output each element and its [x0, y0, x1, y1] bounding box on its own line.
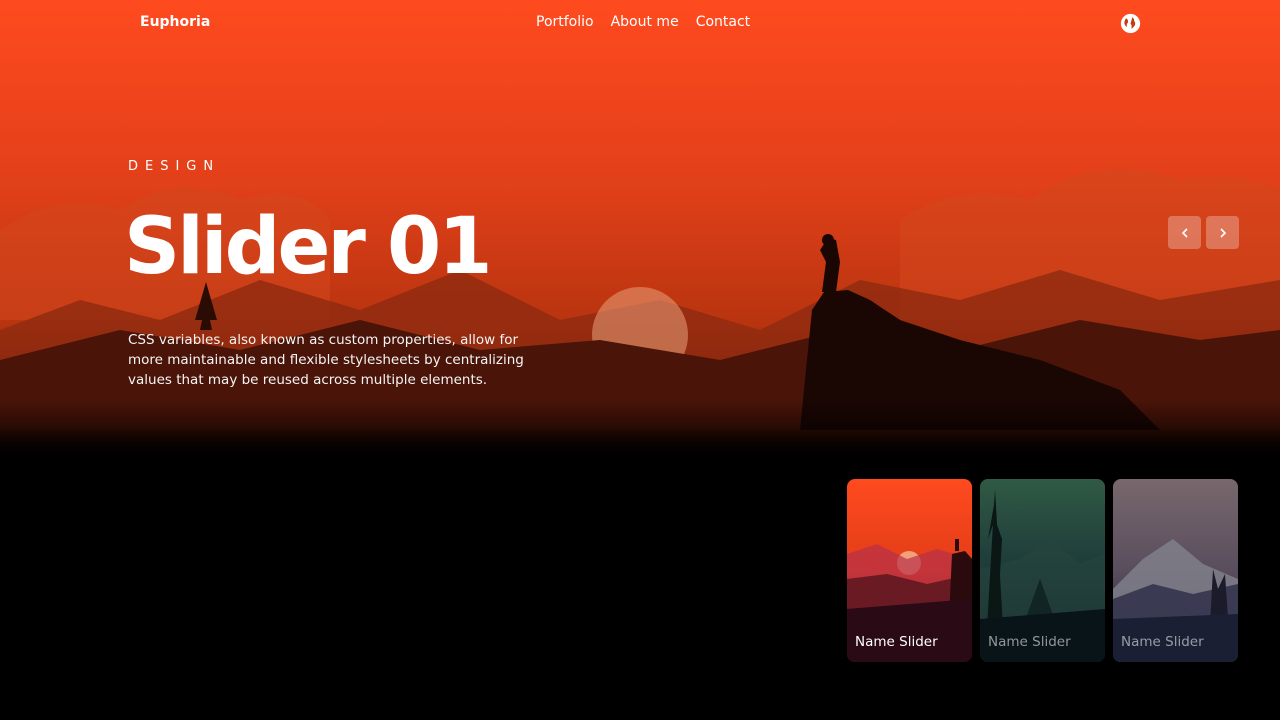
prev-slide-button[interactable]: [1168, 216, 1201, 249]
nav-link-portfolio[interactable]: Portfolio: [536, 14, 594, 30]
next-slide-button[interactable]: [1206, 216, 1239, 249]
thumbnail-slide-1[interactable]: Name Slider: [847, 479, 972, 662]
thumbnail-label: Name Slider: [855, 634, 938, 650]
chevron-left-icon: [1181, 227, 1188, 238]
hero-section: Euphoria Portfolio About me Contact DESI…: [0, 0, 1280, 720]
nav-link-contact[interactable]: Contact: [696, 14, 750, 30]
thumbnail-label: Name Slider: [1121, 634, 1204, 650]
globe-icon[interactable]: [1120, 13, 1141, 34]
slide-description: CSS variables, also known as custom prop…: [128, 332, 524, 388]
thumbnail-label: Name Slider: [988, 634, 1071, 650]
nav-link-about[interactable]: About me: [611, 14, 679, 30]
thumbnail-slide-2[interactable]: Name Slider: [980, 479, 1105, 662]
thumbnail-slide-3[interactable]: Name Slider: [1113, 479, 1238, 662]
slide-category: DESIGN: [128, 159, 221, 174]
brand-logo[interactable]: Euphoria: [140, 14, 210, 30]
chevron-right-icon: [1219, 227, 1226, 238]
slide-title: Slider 01: [124, 202, 493, 292]
main-nav: Portfolio About me Contact: [536, 14, 750, 30]
